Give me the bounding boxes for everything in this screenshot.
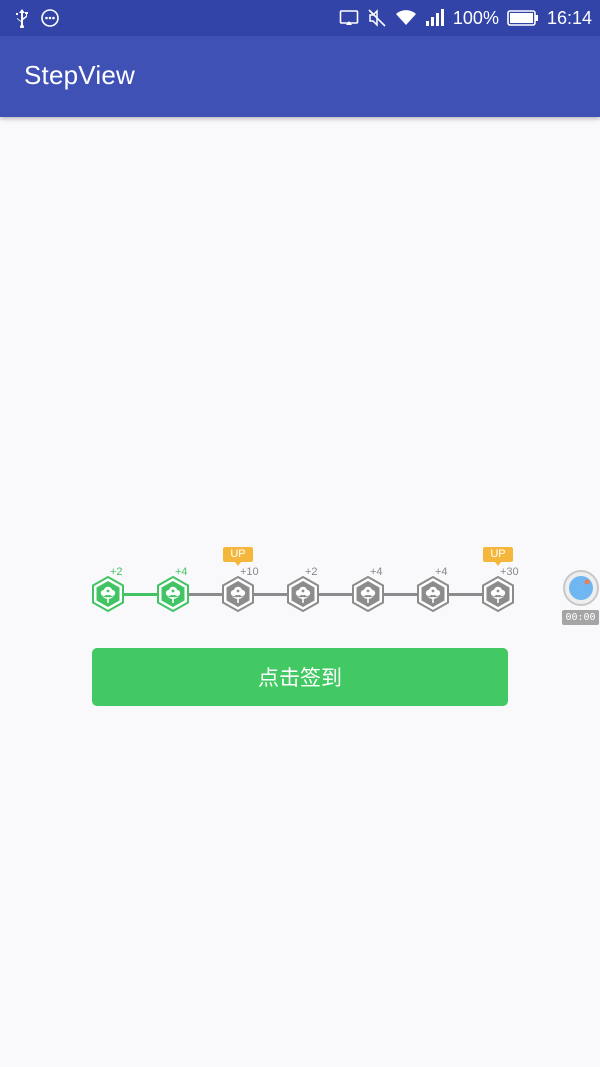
step-3-points: +10 [240,566,259,578]
step-4-points: +2 [305,566,318,578]
usb-icon [14,8,30,28]
step-3-up-badge: UP [223,547,253,566]
step-7-points: +30 [500,566,519,578]
step-connector [319,593,352,596]
step-connector [254,593,287,596]
step-6-points: +4 [435,566,448,578]
step-7-hexagon [481,576,515,612]
step-3-hexagon [221,576,255,612]
app-title: StepView [24,60,135,90]
wifi-icon [395,9,417,27]
sign-in-button[interactable]: 点击签到 [92,648,508,706]
battery-level-text: 100% [452,7,499,28]
notification-dots-icon [40,8,60,28]
step-connector [124,593,157,596]
battery-icon [507,10,539,26]
step-5-hexagon [351,576,385,612]
step-2-hexagon [156,576,190,612]
app-bar: StepView [0,36,600,117]
floating-timer-widget[interactable]: 00:00 [561,568,600,628]
step-7-up-badge: UP [483,547,513,566]
step-view: +2 +4 +10 UP +2 +4 +4 +30 UP [0,540,600,620]
clock-text: 16:14 [546,7,592,28]
mute-icon [367,8,387,28]
step-4-hexagon [286,576,320,612]
status-bar: 100% 16:14 [0,0,600,36]
step-2-points: +4 [175,566,188,578]
signal-icon [425,9,445,27]
step-connector [384,593,417,596]
floating-timer-text: 00:00 [562,610,599,625]
cast-icon [339,9,359,27]
step-1-points: +2 [110,566,123,578]
step-connector [449,593,482,596]
step-1-hexagon [91,576,125,612]
step-6-hexagon [416,576,450,612]
step-5-points: +4 [370,566,383,578]
step-connector [189,593,222,596]
